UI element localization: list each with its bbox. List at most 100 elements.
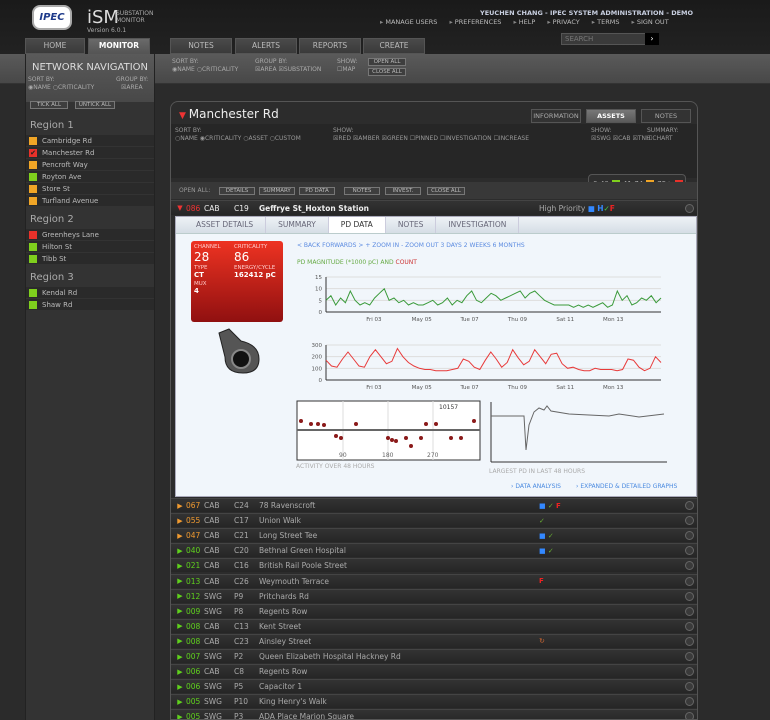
detail-tab-notes[interactable]: NOTES	[386, 217, 437, 233]
open-pddata-button[interactable]: PD DATA	[299, 187, 335, 195]
nav-item-manchester-rd[interactable]: ✔ Manchester Rd	[26, 147, 154, 158]
status-square-icon[interactable]	[29, 184, 37, 193]
expand-icon[interactable]: ▶	[174, 683, 186, 691]
filter-option[interactable]: ☒CAB	[613, 135, 633, 142]
status-square-icon[interactable]	[29, 172, 37, 181]
filter-option[interactable]: ○NAME	[175, 135, 200, 142]
search-go-button[interactable]: ›	[645, 33, 659, 45]
link-manage-users[interactable]: MANAGE USERS	[380, 18, 437, 26]
summary-chart-checkbox[interactable]: ☐CHART	[647, 135, 673, 142]
open-summary-button[interactable]: SUMMARY	[259, 187, 295, 195]
nav-item-hilton-st[interactable]: Hilton St	[26, 241, 154, 252]
filter-option[interactable]: ☒AMBER	[353, 135, 382, 142]
tab-notes[interactable]: NOTES	[170, 38, 232, 54]
link-sign-out[interactable]: SIGN OUT	[631, 18, 669, 26]
filter-option[interactable]: ☒RED	[333, 135, 353, 142]
nav-sort-options[interactable]: ◉NAME ○CRITICALITY	[28, 84, 94, 91]
nav-item-cambridge-rd[interactable]: Cambridge Rd	[26, 135, 154, 146]
asset-row[interactable]: ▶ 040 CAB C20 Bethnal Green Hospital ■ ✓	[171, 543, 697, 558]
open-invest-button[interactable]: INVEST.	[385, 187, 421, 195]
link-preferences[interactable]: PREFERENCES	[449, 18, 502, 26]
status-square-icon[interactable]	[29, 254, 37, 263]
pin-toggle[interactable]	[685, 576, 694, 586]
nav-item-shaw-rd[interactable]: Shaw Rd	[26, 299, 154, 310]
tab-notes[interactable]: NOTES	[641, 109, 691, 123]
link-help[interactable]: HELP	[513, 18, 536, 26]
expand-icon[interactable]: ▶	[174, 653, 186, 661]
high-priority-icon[interactable]: ■	[539, 502, 548, 510]
tab-home[interactable]: HOME	[25, 38, 85, 54]
pin-toggle[interactable]	[685, 561, 694, 571]
asset-row[interactable]: ▶ 009 SWG P8 Regents Row	[171, 603, 697, 618]
nav-item-pencroft-way[interactable]: Pencroft Way	[26, 159, 154, 170]
status-square-icon[interactable]	[29, 300, 37, 309]
asset-row[interactable]: ▶ 006 CAB C8 Regents Row	[171, 664, 697, 679]
asset-row[interactable]: ▶ 005 SWG P3 ADA Place Marion Square	[171, 709, 697, 719]
asset-row[interactable]: ▶ 006 SWG P5 Capacitor 1	[171, 679, 697, 694]
nav-item-turfland-avenue[interactable]: Turfland Avenue	[26, 195, 154, 206]
untick-all-button[interactable]: UNTICK ALL	[75, 101, 115, 109]
asset-row[interactable]: ▶ 007 SWG P2 Queen Elizabeth Hospital Hackne…	[171, 649, 697, 663]
filter-option[interactable]: ☐INCREASE	[494, 135, 530, 142]
flag-icon[interactable]: F	[556, 502, 561, 510]
asset-row[interactable]: ▶ 021 CAB C16 British Rail Poole Street	[171, 558, 697, 573]
pin-toggle[interactable]	[685, 667, 694, 677]
detail-tab-investigation[interactable]: INVESTIGATION	[436, 217, 520, 233]
nav-item-tibb-st[interactable]: Tibb St	[26, 253, 154, 264]
high-priority-icon[interactable]: ■	[539, 532, 548, 540]
nav-group-area[interactable]: ☒AREA	[121, 84, 143, 91]
expand-icon[interactable]: ▶	[174, 622, 186, 630]
pin-toggle[interactable]	[685, 712, 694, 719]
high-priority-icon[interactable]: ■	[539, 547, 548, 555]
pin-toggle[interactable]	[685, 546, 694, 556]
status-square-icon[interactable]	[29, 160, 37, 169]
expand-icon[interactable]: ▶	[174, 502, 186, 510]
detail-tab-asset-details[interactable]: ASSET DETAILS	[184, 217, 267, 233]
flag-icon[interactable]: F	[539, 577, 544, 585]
group-by-options[interactable]: ☒AREA ☒SUBSTATION	[255, 66, 321, 73]
pin-toggle[interactable]	[685, 606, 694, 616]
expand-icon[interactable]: ▶	[174, 547, 186, 555]
check-icon[interactable]: ✓	[548, 502, 556, 510]
asset-row[interactable]: ▶ 012 SWG P9 Pritchards Rd	[171, 588, 697, 603]
check-icon[interactable]: ✓	[548, 532, 554, 540]
expand-icon[interactable]: ▶	[174, 517, 186, 525]
asset-sort-options[interactable]: ○NAME ◉CRITICALITY ○ASSET ○CUSTOM	[175, 135, 301, 142]
expand-icon[interactable]: ▶	[174, 698, 186, 706]
expand-icon[interactable]: ▶	[174, 713, 186, 719]
pin-toggle[interactable]	[685, 636, 694, 646]
expand-icon[interactable]: ▶	[174, 592, 186, 600]
cycle-icon[interactable]: ↻	[539, 637, 545, 645]
tab-monitor[interactable]: MONITOR	[88, 38, 150, 54]
link-terms[interactable]: TERMS	[592, 18, 619, 26]
expand-icon[interactable]: ▶	[174, 637, 186, 645]
sort-name-radio[interactable]: ◉NAME ○CRITICALITY	[172, 66, 238, 73]
status-square-icon[interactable]	[29, 242, 37, 251]
asset-type-options[interactable]: ☒SWG ☒CAB ☒TNH	[591, 135, 651, 142]
pin-toggle[interactable]	[685, 501, 694, 510]
asset-row[interactable]: ▶ 055 CAB C17 Union Walk ✓	[171, 513, 697, 528]
ipec-logo[interactable]: IPEC	[32, 5, 72, 30]
open-closeall-button[interactable]: CLOSE ALL	[427, 187, 465, 195]
check-icon[interactable]: ✓	[539, 517, 545, 525]
status-square-icon[interactable]: ✔	[29, 148, 37, 157]
pin-toggle[interactable]	[685, 621, 694, 631]
status-square-icon[interactable]	[29, 230, 37, 239]
collapse-icon[interactable]: ▼	[174, 204, 186, 212]
check-icon[interactable]: ✓	[548, 547, 554, 555]
asset-row[interactable]: ▶ 067 CAB C24 78 Ravenscroft ■ ✓ F	[171, 498, 697, 512]
tab-alerts[interactable]: ALERTS	[235, 38, 297, 54]
tab-assets[interactable]: ASSETS	[586, 109, 636, 123]
nav-item-kendal-rd[interactable]: Kendal Rd	[26, 287, 154, 298]
expand-icon[interactable]: ▶	[174, 607, 186, 615]
asset-row[interactable]: ▶ 008 CAB C13 Kent Street	[171, 618, 697, 633]
open-all-button[interactable]: OPEN ALL	[368, 58, 406, 66]
pin-toggle[interactable]	[685, 516, 694, 526]
expand-icon[interactable]: ▶	[174, 668, 186, 676]
close-all-button[interactable]: CLOSE ALL	[368, 68, 406, 76]
status-square-icon[interactable]	[29, 288, 37, 297]
expanded-asset-row[interactable]: ▼ 086 CAB C19 Geffrye St_Hoxton Station …	[171, 200, 697, 215]
tick-all-button[interactable]: TICK ALL	[30, 101, 68, 109]
link-privacy[interactable]: PRIVACY	[547, 18, 580, 26]
filter-option[interactable]: ○CUSTOM	[270, 135, 301, 142]
